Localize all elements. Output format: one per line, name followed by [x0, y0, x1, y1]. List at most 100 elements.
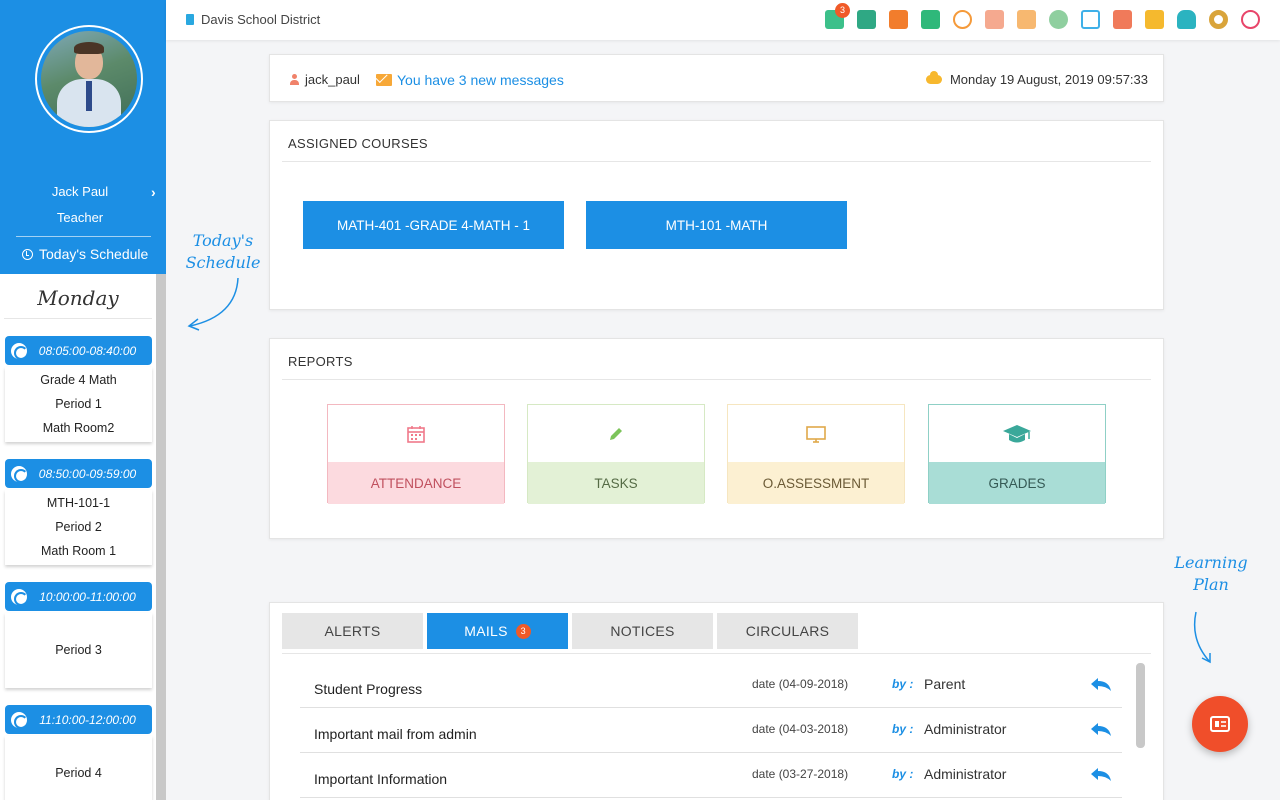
- mail-subject[interactable]: Student Progress: [314, 681, 422, 697]
- slot-header[interactable]: 08:05:00-08:40:00: [5, 336, 152, 365]
- mail-icon[interactable]: 3: [825, 3, 850, 29]
- user-name[interactable]: Jack Paul: [0, 184, 160, 199]
- schedule-slot[interactable]: 08:05:00-08:40:00 Grade 4 Math Period 1 …: [5, 336, 152, 442]
- weather-icon: [925, 71, 942, 84]
- presentation-icon[interactable]: [921, 10, 940, 29]
- current-datetime: Monday 19 August, 2019 09:57:33: [925, 71, 1148, 87]
- tab-label: MAILS: [464, 623, 508, 639]
- sidebar-scrollbar[interactable]: [156, 274, 166, 800]
- tab-mails[interactable]: MAILS 3: [427, 613, 568, 649]
- course-button[interactable]: MTH-101 -MATH: [586, 201, 847, 249]
- tile-icon-area: [528, 405, 704, 462]
- learning-plan-button[interactable]: [1192, 696, 1248, 752]
- mail-by-label: by :: [892, 722, 914, 736]
- user-role: Teacher: [56, 210, 104, 225]
- mail-sender: Administrator: [924, 721, 1007, 737]
- chevron-right-icon[interactable]: ›: [151, 184, 156, 200]
- power-icon[interactable]: [1241, 10, 1260, 29]
- annotation-line: Plan: [1193, 575, 1229, 594]
- slot-details: Period 3: [5, 613, 152, 688]
- todays-schedule-link[interactable]: Today's Schedule: [22, 246, 148, 262]
- schedule-slot[interactable]: 11:10:00-12:00:00 Period 4: [5, 705, 152, 800]
- course-button[interactable]: MATH-401 -GRADE 4-MATH - 1: [303, 201, 564, 249]
- slot-header[interactable]: 08:50:00-09:59:00: [5, 459, 152, 488]
- user-icon: [290, 74, 299, 85]
- mail-subject[interactable]: Important mail from admin: [314, 726, 477, 742]
- profile-panel: Jack Paul › Teacher Today's Schedule: [0, 0, 166, 274]
- tab-label: NOTICES: [610, 623, 675, 639]
- datetime-label: Monday 19 August, 2019 09:57:33: [949, 72, 1148, 87]
- current-user: jack_paul: [290, 72, 360, 87]
- assessment-report-tile[interactable]: O.ASSESSMENT: [727, 404, 905, 504]
- mail-by-label: by :: [892, 767, 914, 781]
- mail-subject[interactable]: Important Information: [314, 771, 447, 787]
- gauge-icon[interactable]: [953, 10, 972, 29]
- new-messages-label: You have 3 new messages: [397, 72, 564, 88]
- schedule-slot[interactable]: 10:00:00-11:00:00 Period 3: [5, 582, 152, 688]
- building-icon: [186, 14, 194, 25]
- slot-time: 08:50:00-09:59:00: [38, 466, 137, 481]
- mail-date: date (04-09-2018): [752, 677, 849, 691]
- tile-icon-area: [929, 405, 1105, 462]
- learning-plan-annotation: Learning Plan: [1168, 552, 1254, 596]
- communications-card: ALERTS MAILS 3 NOTICES CIRCULARS Student …: [269, 602, 1164, 800]
- tab-circulars[interactable]: CIRCULARS: [717, 613, 858, 649]
- day-title: Monday: [37, 286, 119, 310]
- annotation-line: Schedule: [185, 253, 261, 272]
- new-messages-link[interactable]: You have 3 new messages: [376, 72, 564, 88]
- bar-chart-icon[interactable]: [1017, 10, 1036, 29]
- slot-period: Period 2: [55, 520, 102, 534]
- alert-icon[interactable]: [1049, 10, 1068, 29]
- slot-header[interactable]: 10:00:00-11:00:00: [5, 582, 152, 611]
- sync-icon: [11, 342, 28, 360]
- reply-all-icon[interactable]: [1090, 676, 1112, 692]
- calendar-icon[interactable]: [1145, 10, 1164, 29]
- annotation-arrow-icon: [187, 277, 239, 331]
- folder-outline-icon[interactable]: [1081, 10, 1100, 29]
- tab-label: ALERTS: [324, 623, 381, 639]
- gear-icon[interactable]: [1209, 10, 1228, 29]
- tab-notices[interactable]: NOTICES: [572, 613, 713, 649]
- reply-all-icon[interactable]: [1090, 721, 1112, 737]
- tab-label: CIRCULARS: [745, 623, 830, 639]
- mail-row[interactable]: Student Progress date (04-09-2018) by : …: [300, 663, 1122, 708]
- slot-period: Period 3: [55, 643, 102, 657]
- annotation-line: Learning: [1174, 553, 1248, 572]
- envelope-icon: [376, 74, 392, 86]
- divider: [282, 379, 1151, 380]
- divider: [16, 236, 151, 237]
- courses-title: ASSIGNED COURSES: [288, 136, 428, 151]
- avatar[interactable]: [35, 25, 143, 133]
- id-card-icon[interactable]: [985, 10, 1004, 29]
- slot-header[interactable]: 11:10:00-12:00:00: [5, 705, 152, 734]
- slot-period: Period 1: [55, 397, 102, 411]
- mail-scrollbar[interactable]: [1136, 663, 1145, 748]
- sync-icon: [11, 465, 28, 483]
- tile-label: O.ASSESSMENT: [728, 462, 904, 504]
- reply-all-icon[interactable]: [1090, 766, 1112, 782]
- schedule-panel: Monday 08:05:00-08:40:00 Grade 4 Math Pe…: [0, 274, 156, 800]
- folder-icon[interactable]: [857, 10, 876, 29]
- book-reader-icon[interactable]: [1177, 10, 1196, 29]
- attendance-report-tile[interactable]: ATTENDANCE: [327, 404, 505, 504]
- avatar-photo: [41, 31, 137, 127]
- todays-schedule-annotation: Today's Schedule: [180, 230, 266, 274]
- tile-icon-area: [728, 405, 904, 462]
- slot-details: Period 4: [5, 736, 152, 800]
- schedule-slot[interactable]: 08:50:00-09:59:00 MTH-101-1 Period 2 Mat…: [5, 459, 152, 565]
- pencil-icon: [610, 427, 622, 440]
- mail-date: date (04-03-2018): [752, 722, 849, 736]
- monitor-icon: [806, 425, 826, 443]
- graduation-cap-icon: [1003, 424, 1031, 442]
- mail-row[interactable]: Important Information date (03-27-2018) …: [300, 753, 1122, 798]
- slot-period: Period 4: [55, 766, 102, 780]
- divider: [282, 653, 1151, 654]
- grades-report-tile[interactable]: GRADES: [928, 404, 1106, 504]
- question-icon[interactable]: [1113, 10, 1132, 29]
- tab-alerts[interactable]: ALERTS: [282, 613, 423, 649]
- contact-card-icon[interactable]: [889, 10, 908, 29]
- tasks-report-tile[interactable]: TASKS: [527, 404, 705, 504]
- sync-icon: [11, 711, 28, 729]
- mail-row[interactable]: Important mail from admin date (04-03-20…: [300, 708, 1122, 753]
- divider: [4, 318, 152, 319]
